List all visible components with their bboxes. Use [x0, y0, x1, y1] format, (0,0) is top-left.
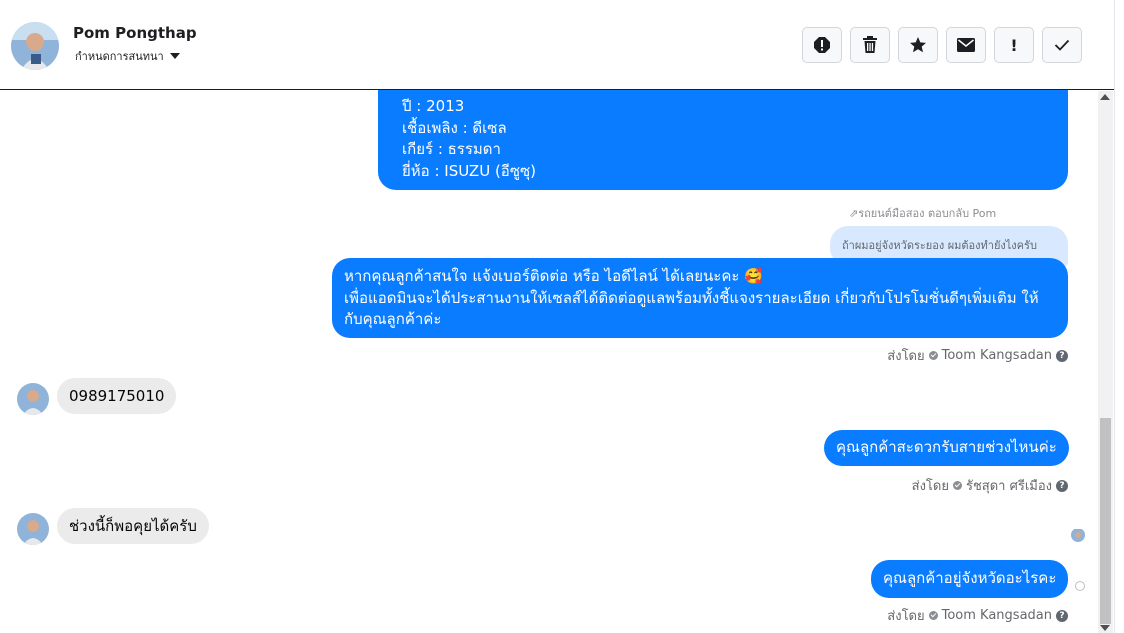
contact-avatar[interactable]: [11, 22, 59, 70]
sent-check-icon: [952, 481, 962, 490]
scroll-up-arrow-icon[interactable]: [1100, 94, 1110, 100]
sender-name: Toom Kangsadan: [941, 608, 1052, 623]
star-icon: [910, 37, 926, 53]
delete-button[interactable]: [850, 27, 890, 63]
seen-by-avatar: [1071, 528, 1085, 542]
contact-name: Pom Pongthap: [73, 24, 197, 42]
assign-conversation-dropdown[interactable]: กำหนดการสนทนา: [75, 47, 180, 65]
help-icon[interactable]: ?: [1056, 609, 1068, 622]
customer-avatar[interactable]: [17, 513, 49, 545]
checkmark-icon: [1054, 39, 1070, 51]
alert-circle-icon: [814, 37, 830, 53]
car-fuel: เชื้อเพลิง : ดีเซล: [402, 118, 507, 137]
mark-unread-button[interactable]: [946, 27, 986, 63]
scrollbar-thumb[interactable]: [1100, 418, 1111, 624]
customer-message[interactable]: 0989175010: [57, 378, 177, 414]
customer-avatar[interactable]: [17, 383, 49, 415]
agent-message[interactable]: คุณลูกค้าสะดวกรับสายช่วงไหนค่ะ: [824, 430, 1069, 466]
sent-check-icon: [928, 351, 938, 360]
delivered-check-icon: [1075, 581, 1085, 591]
help-icon[interactable]: ?: [1056, 349, 1068, 362]
help-icon[interactable]: ?: [1056, 479, 1068, 492]
scroll-down-arrow-icon[interactable]: [1100, 625, 1110, 631]
customer-message[interactable]: ช่วงนี้ก็พอคุยได้ครับ: [57, 508, 209, 544]
agent-message[interactable]: หากคุณลูกค้าสนใจ แจ้งเบอร์ติดต่อ หรือ ไอ…: [332, 258, 1068, 338]
caret-down-icon: [169, 53, 180, 59]
sender-name: Toom Kangsadan: [941, 348, 1052, 363]
agent-message[interactable]: คุณลูกค้าอยู่จังหวัดอะไรคะ: [871, 560, 1069, 598]
mark-spam-button[interactable]: [802, 27, 842, 63]
follow-up-button[interactable]: !: [994, 27, 1034, 63]
sent-by-meta: ส่งโดย Toom Kangsadan ?: [887, 605, 1068, 626]
car-gear: เกียร์ : ธรรมดา: [402, 140, 501, 158]
mark-done-button[interactable]: [1042, 27, 1082, 63]
sent-check-icon: [928, 611, 938, 620]
exclamation-icon: !: [1010, 35, 1018, 55]
window-edge: [1114, 0, 1124, 633]
car-brand: ยี่ห้อ : ISUZU (อีซูซุ): [402, 161, 537, 180]
conversation-header: Pom Pongthap กำหนดการสนทนา !: [0, 0, 1114, 90]
trash-icon: [863, 36, 877, 53]
reply-arrow-icon: ⇗: [849, 207, 859, 220]
star-button[interactable]: [898, 27, 938, 63]
assign-label: กำหนดการสนทนา: [75, 50, 164, 63]
reply-context-label: ⇗รถยนต์มือสอง ตอบกลับ Pom: [849, 207, 997, 220]
sent-by-meta: ส่งโดย Toom Kangsadan ?: [887, 345, 1068, 366]
car-year: ปี : 2013: [402, 97, 465, 115]
sent-by-meta: ส่งโดย รัชสุดา ศรีเมือง ?: [912, 475, 1068, 496]
sender-name: รัชสุดา ศรีเมือง: [965, 479, 1052, 494]
mail-icon: [957, 38, 975, 52]
